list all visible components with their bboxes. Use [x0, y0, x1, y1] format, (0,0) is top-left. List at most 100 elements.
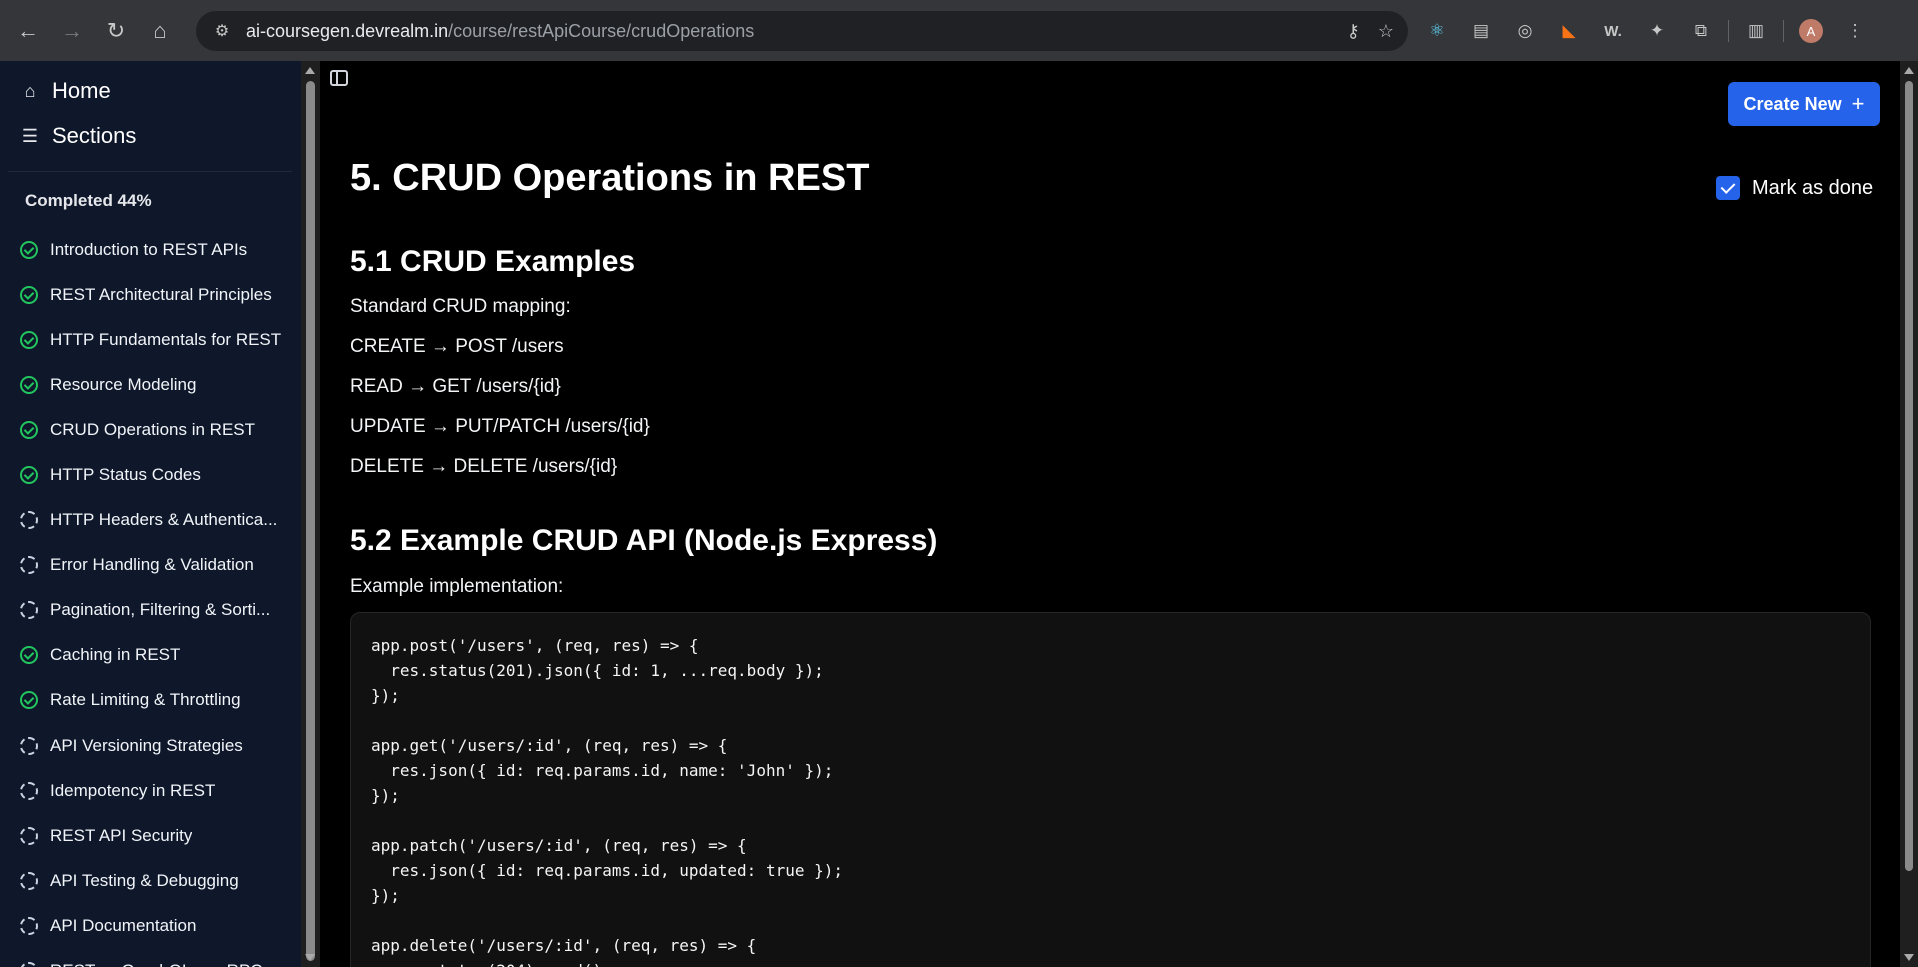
progress-label: Completed 44%	[25, 191, 152, 210]
sidebar-section-item[interactable]: Resource Modeling	[20, 362, 295, 407]
section-heading-crud-examples: 5.1 CRUD Examples	[350, 245, 636, 278]
crud-mapping-line: READ → GET /users/{id}	[350, 376, 561, 397]
section-heading-example-api: 5.2 Example CRUD API (Node.js Express)	[350, 524, 938, 557]
dashed-circle-icon	[20, 962, 38, 967]
crud-mapping-line: UPDATE → PUT/PATCH /users/{id}	[350, 416, 650, 437]
extensions-puzzle-icon[interactable]: ⧉	[1684, 14, 1718, 48]
url-path: /course/restApiCourse/crudOperations	[448, 20, 755, 41]
sidebar-section-label: Rate Limiting & Throttling	[50, 690, 241, 710]
reload-icon[interactable]: ↻	[96, 11, 136, 51]
extension-flag-icon[interactable]: ◣	[1552, 14, 1586, 48]
check-circle-icon	[20, 240, 38, 259]
sidebar-section-label: HTTP Fundamentals for REST	[50, 329, 282, 349]
bookmark-star-icon[interactable]: ☆	[1378, 21, 1394, 42]
scrollbar-thumb[interactable]	[1905, 81, 1913, 871]
back-icon[interactable]: ←	[8, 11, 48, 51]
sidebar-section-label: HTTP Status Codes	[50, 465, 201, 485]
sidebar-section-label: Idempotency in REST	[50, 780, 216, 800]
sidebar-section-item[interactable]: Rate Limiting & Throttling	[20, 678, 295, 723]
scroll-up-arrow[interactable]	[1904, 67, 1914, 74]
mark-as-done-label: Mark as done	[1752, 176, 1874, 199]
check-circle-icon	[20, 420, 38, 439]
sidebar-section-item[interactable]: REST API Security	[20, 813, 295, 858]
sidebar-section-item[interactable]: Caching in REST	[20, 633, 295, 678]
check-circle-icon	[20, 466, 38, 485]
dashed-circle-icon	[20, 826, 38, 845]
profile-avatar: A	[1799, 19, 1823, 43]
sidebar-section-item[interactable]: HTTP Headers & Authentica...	[20, 498, 295, 543]
sidebar-section-item[interactable]: Pagination, Filtering & Sorti...	[20, 588, 295, 633]
home-icon[interactable]: ⌂	[140, 11, 180, 51]
sidebar-section-label: REST vs GraphQL vs gRPC	[50, 961, 263, 967]
sidebar-section-item[interactable]: REST Architectural Principles	[20, 272, 295, 317]
address-bar[interactable]: ⚙ ai-coursegen.devrealm.in/course/restAp…	[196, 11, 1408, 51]
more-menu-icon[interactable]: ⋮	[1838, 14, 1872, 48]
main-scrollbar[interactable]	[1900, 61, 1918, 967]
extension-icon[interactable]: ▤	[1464, 14, 1498, 48]
forward-icon[interactable]: →	[52, 11, 92, 51]
crud-mapping-line: DELETE → DELETE /users/{id}	[350, 456, 618, 477]
check-circle-icon	[20, 330, 38, 349]
scroll-down-arrow[interactable]	[305, 954, 315, 961]
sidebar-section-label: REST API Security	[50, 825, 193, 845]
checkbox-checked-icon[interactable]	[1716, 176, 1740, 200]
sidebar-section-item[interactable]: API Testing & Debugging	[20, 858, 295, 903]
sidebar-sections-link[interactable]: ☰ Sections	[20, 123, 136, 149]
dashed-circle-icon	[20, 736, 38, 755]
sidebar-scrollbar[interactable]	[301, 61, 320, 967]
sidebar-section-label: Resource Modeling	[50, 374, 197, 394]
toolbar-separator	[1783, 20, 1784, 42]
password-key-icon[interactable]: ⚷	[1347, 21, 1360, 42]
browser-toolbar: ← → ↻ ⌂ ⚙ ai-coursegen.devrealm.in/cours…	[0, 0, 1918, 61]
site-info-icon[interactable]: ⚙	[204, 13, 240, 49]
sidebar-section-item[interactable]: REST vs GraphQL vs gRPC	[20, 949, 295, 967]
home-label: Home	[52, 78, 111, 103]
create-new-button[interactable]: Create New +	[1728, 82, 1880, 126]
scroll-down-arrow[interactable]	[1904, 954, 1914, 961]
sidebar-section-label: API Versioning Strategies	[50, 735, 243, 755]
check-circle-icon	[20, 375, 38, 394]
extension-w-icon[interactable]: W.	[1596, 14, 1630, 48]
reading-list-icon[interactable]: ▥	[1739, 14, 1773, 48]
sidebar-section-label: HTTP Headers & Authentica...	[50, 510, 278, 530]
scrollbar-thumb[interactable]	[306, 81, 315, 961]
dashed-circle-icon	[20, 871, 38, 890]
sidebar-section-label: REST Architectural Principles	[50, 284, 272, 304]
dashed-circle-icon	[20, 916, 38, 935]
sidebar-section-label: API Documentation	[50, 915, 197, 935]
sidebar-section-label: Error Handling & Validation	[50, 555, 254, 575]
code-block: app.post('/users', (req, res) => { res.s…	[350, 612, 1871, 967]
extension-bug-icon[interactable]: ✦	[1640, 14, 1674, 48]
sections-label: Sections	[52, 123, 137, 148]
plus-icon: +	[1851, 91, 1865, 116]
sidebar-section-label: Caching in REST	[50, 645, 181, 665]
code-content: app.post('/users', (req, res) => { res.s…	[371, 636, 844, 967]
sidebar-section-item[interactable]: HTTP Fundamentals for REST	[20, 317, 295, 362]
profile-button[interactable]: A	[1794, 14, 1828, 48]
sidebar-section-label: Pagination, Filtering & Sorti...	[50, 600, 271, 620]
url-text: ai-coursegen.devrealm.in/course/restApiC…	[246, 21, 754, 42]
sidebar-divider	[8, 171, 292, 172]
crud-mapping-line: CREATE → POST /users	[350, 336, 564, 357]
sidebar-section-item[interactable]: HTTP Status Codes	[20, 452, 295, 497]
sidebar-section-item[interactable]: Idempotency in REST	[20, 768, 295, 813]
scroll-up-arrow[interactable]	[305, 67, 315, 74]
sidebar-toggle-icon[interactable]	[330, 70, 348, 86]
mark-as-done-toggle[interactable]: Mark as done	[1716, 176, 1873, 200]
react-devtools-icon[interactable]: ⚛	[1420, 14, 1454, 48]
paragraph-intro: Standard CRUD mapping:	[350, 296, 571, 317]
sidebar-section-item[interactable]: Error Handling & Validation	[20, 543, 295, 588]
dashed-circle-icon	[20, 556, 38, 575]
list-icon: ☰	[21, 125, 39, 146]
sidebar-section-item[interactable]: Introduction to REST APIs	[20, 227, 295, 272]
page-title: 5. CRUD Operations in REST	[350, 157, 870, 199]
sidebar-section-item[interactable]: CRUD Operations in REST	[20, 407, 295, 452]
dashed-circle-icon	[20, 511, 38, 530]
sidebar-section-label: Introduction to REST APIs	[50, 239, 248, 259]
extension-glasses-icon[interactable]: ◎	[1508, 14, 1542, 48]
section-list: Introduction to REST APIs REST Architectu…	[20, 227, 295, 967]
sidebar-section-item[interactable]: API Documentation	[20, 903, 295, 948]
sidebar-section-item[interactable]: API Versioning Strategies	[20, 723, 295, 768]
sidebar-home-link[interactable]: ⌂ Home	[20, 78, 111, 104]
create-new-label: Create New	[1743, 93, 1842, 114]
